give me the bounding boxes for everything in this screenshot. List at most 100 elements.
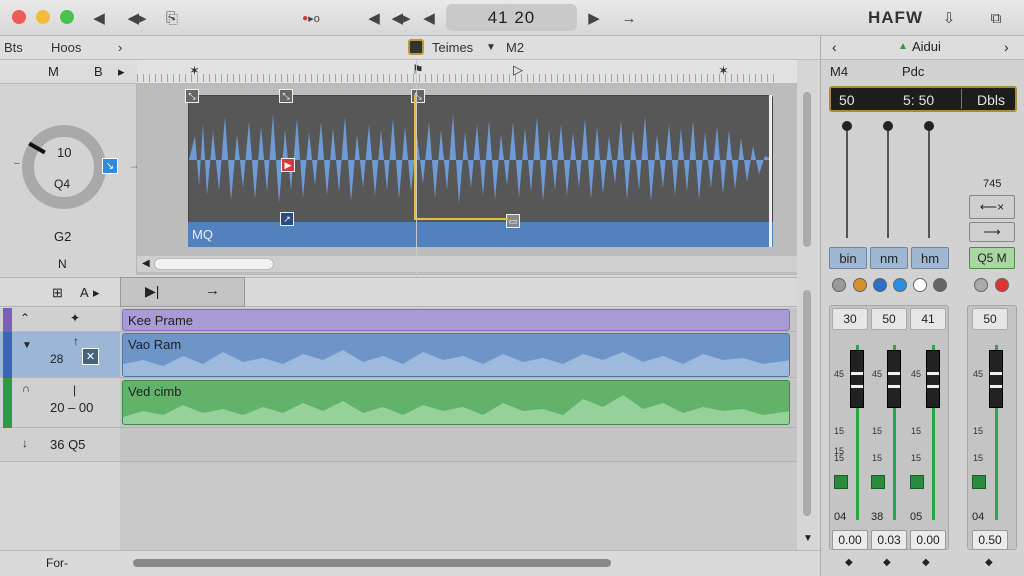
side-record-icon[interactable] bbox=[995, 278, 1009, 292]
chevron-right-icon[interactable]: › bbox=[1004, 39, 1009, 55]
mute-icon[interactable]: ✕ bbox=[82, 348, 99, 365]
send-fader-track[interactable] bbox=[846, 126, 848, 238]
grid-icon[interactable]: ⊞ bbox=[52, 285, 63, 301]
chevron-right-icon[interactable]: ▸ bbox=[118, 64, 125, 80]
zoom-window-button[interactable] bbox=[60, 10, 74, 24]
input-dot-icon[interactable] bbox=[893, 278, 907, 292]
channel-value[interactable]: 0.00 bbox=[910, 530, 946, 550]
channel-label[interactable]: 30 bbox=[832, 308, 868, 330]
select-icon[interactable]: ↘ bbox=[102, 158, 118, 174]
forward-icon[interactable]: → bbox=[618, 7, 640, 29]
side-dot-icon[interactable] bbox=[974, 278, 988, 292]
channel-value[interactable]: 0.03 bbox=[871, 530, 907, 550]
play-icon[interactable]: ▶ bbox=[585, 7, 603, 29]
vertical-scrollbar[interactable] bbox=[803, 92, 811, 247]
red-flag-icon[interactable]: ▶ bbox=[281, 158, 295, 172]
collapse-icon[interactable]: ⌃ bbox=[20, 311, 30, 325]
timeline-ruler[interactable] bbox=[137, 60, 797, 84]
send-fader-knob[interactable] bbox=[924, 121, 934, 131]
output-dot-icon[interactable]: ◆ bbox=[985, 557, 993, 568]
marker-flag-icon[interactable]: ⚑ bbox=[412, 62, 424, 78]
share-icon[interactable]: ⎘ bbox=[160, 7, 184, 29]
send-fader-track[interactable] bbox=[928, 126, 930, 238]
automation-button[interactable] bbox=[972, 475, 986, 489]
snap-icon[interactable] bbox=[408, 39, 424, 55]
marker-triangle-icon[interactable]: ▷ bbox=[513, 62, 523, 78]
up-icon[interactable]: ↑ bbox=[73, 334, 79, 348]
solo-dot-icon[interactable] bbox=[853, 278, 867, 292]
channel-fader-thumb[interactable] bbox=[926, 350, 940, 408]
minimize-window-button[interactable] bbox=[36, 10, 50, 24]
channel-fader-thumb[interactable] bbox=[850, 350, 864, 408]
skip-icon[interactable]: ▶| bbox=[145, 283, 159, 300]
channel-value[interactable]: 0.00 bbox=[832, 530, 868, 550]
marker-star-icon[interactable]: ✶ bbox=[718, 63, 729, 79]
automation-button[interactable] bbox=[871, 475, 885, 489]
channel-label[interactable]: 50 bbox=[972, 308, 1008, 330]
chevron-down-icon[interactable]: ▼ bbox=[486, 42, 496, 53]
keyframe-icon[interactable]: ↗ bbox=[280, 212, 294, 226]
record-icon[interactable]: ● ▸o bbox=[296, 7, 326, 29]
keyframe-clip[interactable]: Kee Prame bbox=[122, 309, 790, 331]
output-dot-icon[interactable]: ◆ bbox=[845, 557, 853, 568]
loop-icon[interactable]: ∩ bbox=[22, 383, 30, 395]
bts-menu[interactable]: Bts bbox=[4, 40, 23, 55]
go-start-icon[interactable]: ◀ bbox=[420, 7, 438, 29]
scroll-down-icon[interactable]: ▼ bbox=[803, 533, 813, 544]
channel-value[interactable]: 0.50 bbox=[972, 530, 1008, 550]
empty-lane-area[interactable] bbox=[120, 462, 797, 550]
keyframe-icon[interactable]: ⤡ bbox=[185, 89, 199, 103]
monitor-dot-icon[interactable] bbox=[913, 278, 927, 292]
channel-label[interactable]: 41 bbox=[910, 308, 946, 330]
mute-dot-icon[interactable] bbox=[832, 278, 846, 292]
download-icon[interactable]: ⇩ bbox=[940, 7, 958, 29]
mode-button[interactable]: hm bbox=[911, 247, 949, 269]
audio-clip[interactable]: Vao Ram bbox=[122, 333, 790, 377]
close-window-button[interactable] bbox=[12, 10, 26, 24]
rewind-icon[interactable]: ⟵× bbox=[969, 195, 1015, 219]
send-fader-track[interactable] bbox=[887, 126, 889, 238]
chevron-right-icon[interactable]: › bbox=[118, 40, 122, 55]
channel-fader-thumb[interactable] bbox=[887, 350, 901, 408]
mode-button[interactable]: bin bbox=[829, 247, 867, 269]
forward-icon[interactable]: → bbox=[205, 282, 220, 299]
record-dot-icon[interactable] bbox=[873, 278, 887, 292]
automation-button[interactable] bbox=[834, 475, 848, 489]
step-icon[interactable]: ◀▸ bbox=[390, 7, 412, 29]
channel-fader-thumb[interactable] bbox=[989, 350, 1003, 408]
rewind-icon[interactable]: ◀▸ bbox=[124, 7, 150, 29]
track-header[interactable] bbox=[0, 308, 120, 332]
timecode-display[interactable]: 41 20 bbox=[446, 4, 577, 31]
disclosure-icon[interactable]: ▼ bbox=[22, 340, 32, 351]
send-fader-knob[interactable] bbox=[842, 121, 852, 131]
horizontal-scroll-thumb[interactable] bbox=[154, 258, 274, 270]
lcd-display[interactable]: 50 5: 50 Dbls bbox=[829, 86, 1017, 112]
bottom-scrollbar[interactable] bbox=[133, 559, 611, 567]
arrow-right-icon[interactable]: ▸ bbox=[93, 285, 100, 301]
lower-header-a[interactable]: A bbox=[80, 285, 89, 300]
output-dot-icon[interactable]: ◆ bbox=[883, 557, 891, 568]
end-marker-icon[interactable]: ▭ bbox=[506, 214, 520, 228]
scroll-left-icon[interactable]: ◀ bbox=[142, 258, 150, 269]
settings-dot-icon[interactable] bbox=[933, 278, 947, 292]
mode-button[interactable]: nm bbox=[870, 247, 908, 269]
pan-knob[interactable] bbox=[22, 125, 106, 209]
automation-button[interactable] bbox=[910, 475, 924, 489]
side-mode-button[interactable]: Q5 M bbox=[969, 247, 1015, 269]
previous-icon[interactable]: ◀ bbox=[365, 7, 383, 29]
video-clip[interactable]: Ved cimb bbox=[122, 380, 790, 425]
down-icon[interactable]: ↓ bbox=[22, 436, 28, 450]
back-icon[interactable]: ◀ bbox=[90, 7, 108, 29]
tracks-vertical-scrollbar[interactable] bbox=[803, 290, 811, 516]
keyframe-icon[interactable]: ⤡ bbox=[279, 89, 293, 103]
add-icon[interactable]: ✦ bbox=[70, 311, 80, 325]
hoos-menu[interactable]: Hoos bbox=[51, 40, 81, 55]
send-fader-knob[interactable] bbox=[883, 121, 893, 131]
channel-label[interactable]: 50 bbox=[871, 308, 907, 330]
marker-star-icon[interactable]: ✶ bbox=[189, 63, 200, 79]
track-lane[interactable] bbox=[120, 428, 797, 462]
timeline-mode-label[interactable]: Teimes bbox=[432, 40, 473, 55]
output-dot-icon[interactable]: ◆ bbox=[922, 557, 930, 568]
chevron-left-icon[interactable]: ‹ bbox=[832, 39, 837, 55]
forward-line-icon[interactable]: ⟶ bbox=[969, 222, 1015, 242]
